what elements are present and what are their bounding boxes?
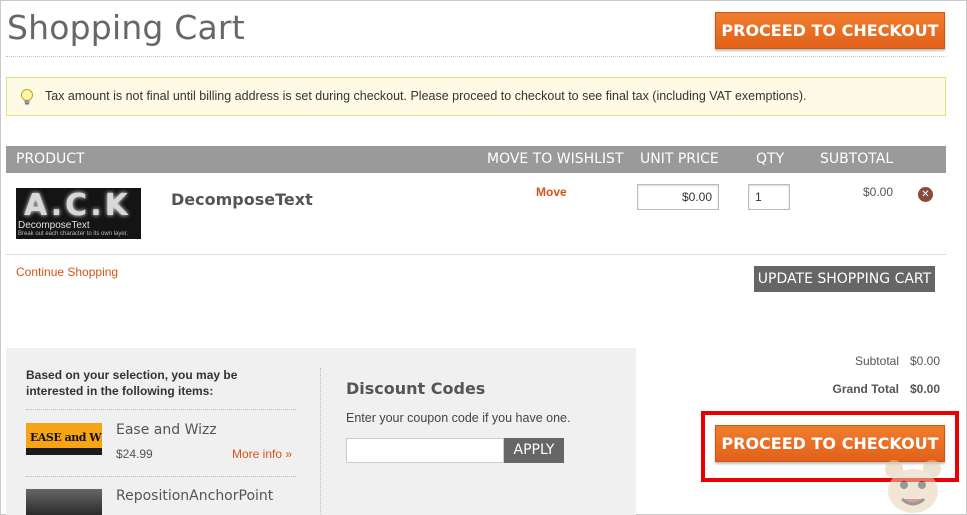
panel-divider: [320, 368, 321, 515]
product-thumbnail[interactable]: A.C.K DecomposeText Break out each chara…: [16, 188, 141, 239]
cross-sell-item-name[interactable]: Ease and Wizz: [116, 422, 217, 438]
thumbnail-bar: [26, 448, 102, 455]
page-title: Shopping Cart: [7, 8, 245, 47]
mascot-watermark-icon: [885, 460, 941, 513]
thumbnail-description: Break out each character to its own laye…: [18, 231, 129, 237]
line-subtotal: $0.00: [863, 185, 894, 199]
continue-shopping-link[interactable]: Continue Shopping: [16, 265, 118, 279]
update-shopping-cart-button[interactable]: UPDATE SHOPPING CART: [754, 266, 935, 292]
header-product: PRODUCT: [16, 151, 85, 167]
remove-item-icon[interactable]: ✕: [918, 187, 933, 202]
title-divider: [6, 56, 946, 57]
grand-total-value: $0.00: [910, 382, 941, 396]
discount-codes-title: Discount Codes: [346, 379, 486, 398]
proceed-to-checkout-top-button[interactable]: PROCEED TO CHECKOUT: [715, 12, 945, 49]
cross-sell-divider: [26, 476, 296, 477]
quantity-field[interactable]: [748, 184, 790, 210]
cross-sell-thumbnail-ease-and-wizz[interactable]: EASE and WIZZ: [26, 423, 102, 455]
unit-price-field[interactable]: [637, 184, 719, 210]
header-subtotal: SUBTOTAL: [820, 151, 894, 167]
apply-coupon-button[interactable]: APPLY: [504, 438, 564, 463]
discount-help-text: Enter your coupon code if you have one.: [346, 411, 571, 425]
lightbulb-icon: [21, 89, 33, 105]
cross-sell-heading: Based on your selection, you may be inte…: [26, 368, 238, 398]
cross-sell-item-price: $24.99: [116, 447, 153, 461]
header-move-to-wishlist: MOVE TO WISHLIST: [487, 151, 624, 167]
thumbnail-logo-text: A.C.K: [24, 188, 131, 223]
move-to-wishlist-link[interactable]: Move: [536, 185, 567, 199]
subtotal-value: $0.00: [910, 354, 941, 368]
subtotal-label: Subtotal: [854, 354, 899, 368]
cross-sell-divider: [26, 409, 296, 410]
cross-sell-item-name[interactable]: RepositionAnchorPoint: [116, 488, 273, 504]
tax-notice: Tax amount is not final until billing ad…: [6, 77, 946, 116]
cart-table-header: PRODUCT MOVE TO WISHLIST UNIT PRICE QTY …: [6, 146, 946, 173]
thumbnail-logo-text: EASE and WIZZ: [30, 431, 102, 444]
thumbnail-product-name: DecomposeText: [18, 220, 90, 231]
product-name-link[interactable]: DecomposeText: [171, 190, 313, 209]
coupon-code-input[interactable]: [346, 438, 504, 463]
header-unit-price: UNIT PRICE: [640, 151, 719, 167]
row-divider: [6, 254, 946, 255]
cross-sell-thumbnail-reposition-anchor-point[interactable]: [26, 489, 102, 515]
more-info-link[interactable]: More info »: [232, 447, 292, 461]
header-qty: QTY: [756, 151, 785, 167]
tax-notice-text: Tax amount is not final until billing ad…: [45, 89, 807, 103]
grand-total-label: Grand Total: [832, 382, 899, 396]
